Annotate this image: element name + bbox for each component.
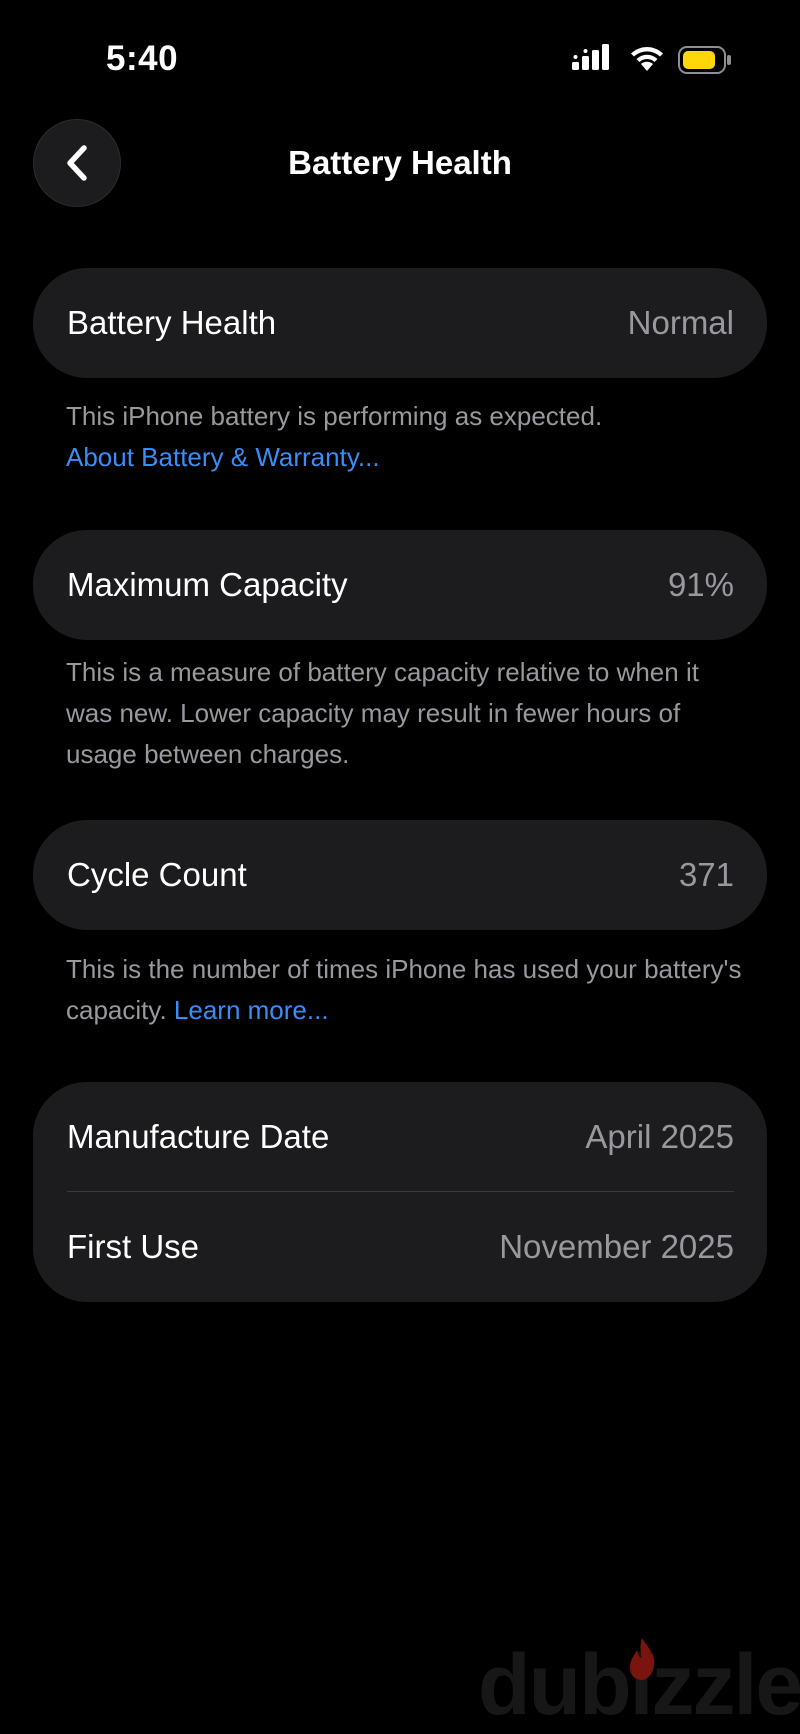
cycle-count-footer-text: This is the number of times iPhone has u… (66, 954, 742, 1025)
status-icons (572, 44, 732, 76)
cycle-count-value: 371 (678, 856, 734, 893)
cycle-count-row: Cycle Count 371 (33, 820, 767, 930)
manufacture-date-value: April 2025 (585, 1118, 734, 1155)
maximum-capacity-footer-text: This is a measure of battery capacity re… (66, 657, 699, 769)
battery-health-row: Battery Health Normal (33, 268, 767, 378)
first-use-value: November 2025 (499, 1228, 734, 1265)
maximum-capacity-value: 91% (667, 566, 734, 603)
page-title: Battery Health (288, 144, 512, 181)
battery-health-footer: This iPhone battery is performing as exp… (66, 396, 746, 478)
maximum-capacity-row: Maximum Capacity 91% (33, 530, 767, 640)
wifi-icon (631, 47, 663, 71)
maximum-capacity-label: Maximum Capacity (67, 566, 348, 603)
status-bar: 5:40 (0, 0, 800, 110)
about-battery-warranty-link[interactable]: About Battery & Warranty... (66, 442, 380, 472)
battery-health-card: Battery Health Normal (33, 268, 767, 378)
battery-health-footer-text: This iPhone battery is performing as exp… (66, 401, 603, 431)
battery-health-label: Battery Health (67, 304, 277, 341)
first-use-row: First Use November 2025 (33, 1192, 767, 1302)
maximum-capacity-card: Maximum Capacity 91% (33, 530, 767, 640)
flame-icon (630, 1638, 655, 1680)
cycle-count-card: Cycle Count 371 (33, 820, 767, 930)
manufacture-date-label: Manufacture Date (67, 1118, 330, 1155)
maximum-capacity-footer: This is a measure of battery capacity re… (66, 652, 746, 775)
manufacture-date-row: Manufacture Date April 2025 (33, 1082, 767, 1192)
cycle-count-footer: This is the number of times iPhone has u… (66, 949, 746, 1031)
dubizzle-watermark: dubizzle (478, 1636, 800, 1734)
signal-icon (572, 44, 609, 70)
learn-more-link[interactable]: Learn more... (174, 995, 329, 1025)
dates-card: Manufacture Date April 2025 First Use No… (33, 1082, 767, 1302)
nav-bar: Battery Health (0, 110, 800, 220)
status-time: 5:40 (106, 39, 179, 78)
battery-health-value: Normal (627, 304, 734, 341)
first-use-label: First Use (67, 1228, 199, 1265)
cycle-count-label: Cycle Count (67, 856, 247, 893)
battery-icon (678, 46, 731, 74)
